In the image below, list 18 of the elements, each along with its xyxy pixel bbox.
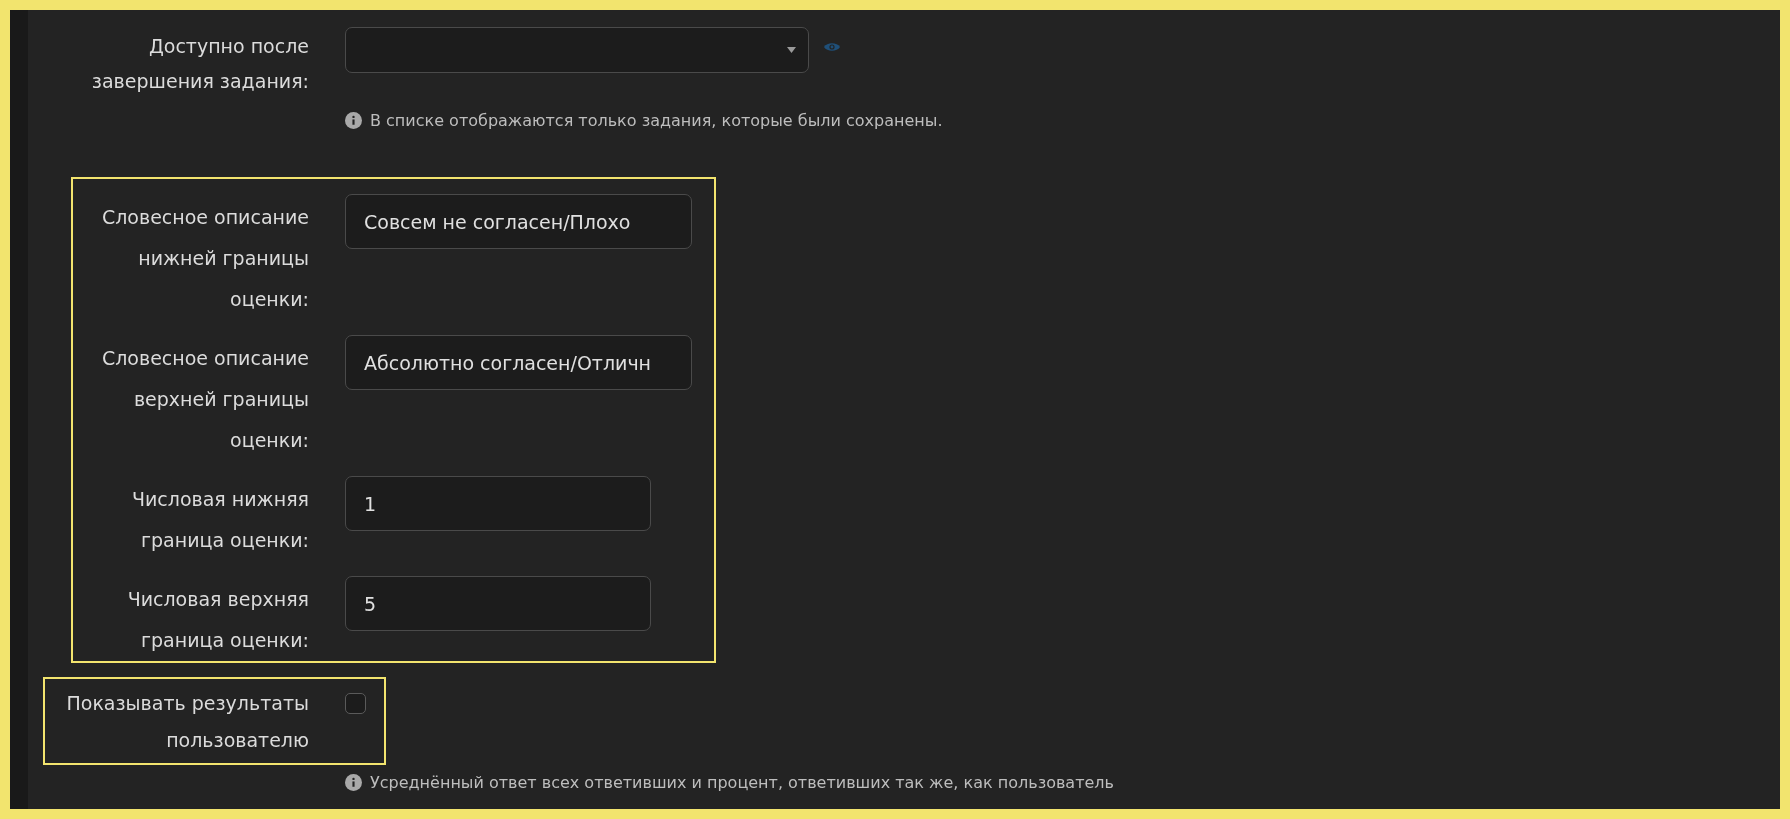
number-field[interactable]: 1 — [345, 476, 651, 531]
field-label: Словесное описание нижней границы оценки: — [100, 205, 309, 312]
field-label: Числовая нижняя граница оценки: — [130, 487, 309, 553]
field-label: Числовая верхняя граница оценки: — [126, 587, 309, 653]
text-field[interactable]: Совсем не согласен/Плохо — [345, 194, 692, 249]
field-label: Словесное описание верхней границы оценки: — [100, 346, 309, 453]
field-label: Доступно после завершения задания: — [90, 34, 309, 94]
select-field[interactable] — [345, 27, 809, 73]
checkbox[interactable] — [345, 693, 366, 714]
number-field[interactable]: 5 — [345, 576, 651, 631]
hint-text: Усреднённый ответ всех ответивших и процент, ответивших так же, как пользователь — [370, 773, 1114, 792]
caret-icon — [787, 47, 796, 53]
eye-icon[interactable] — [823, 41, 841, 53]
hint-text: В списке отображаются только задания, которые были сохранены. — [370, 111, 943, 130]
info-icon — [345, 774, 362, 791]
info-icon — [345, 112, 362, 129]
text-field[interactable]: Абсолютно согласен/Отличн — [345, 335, 692, 390]
checkbox-label: Показывать результаты пользователю — [65, 691, 309, 753]
